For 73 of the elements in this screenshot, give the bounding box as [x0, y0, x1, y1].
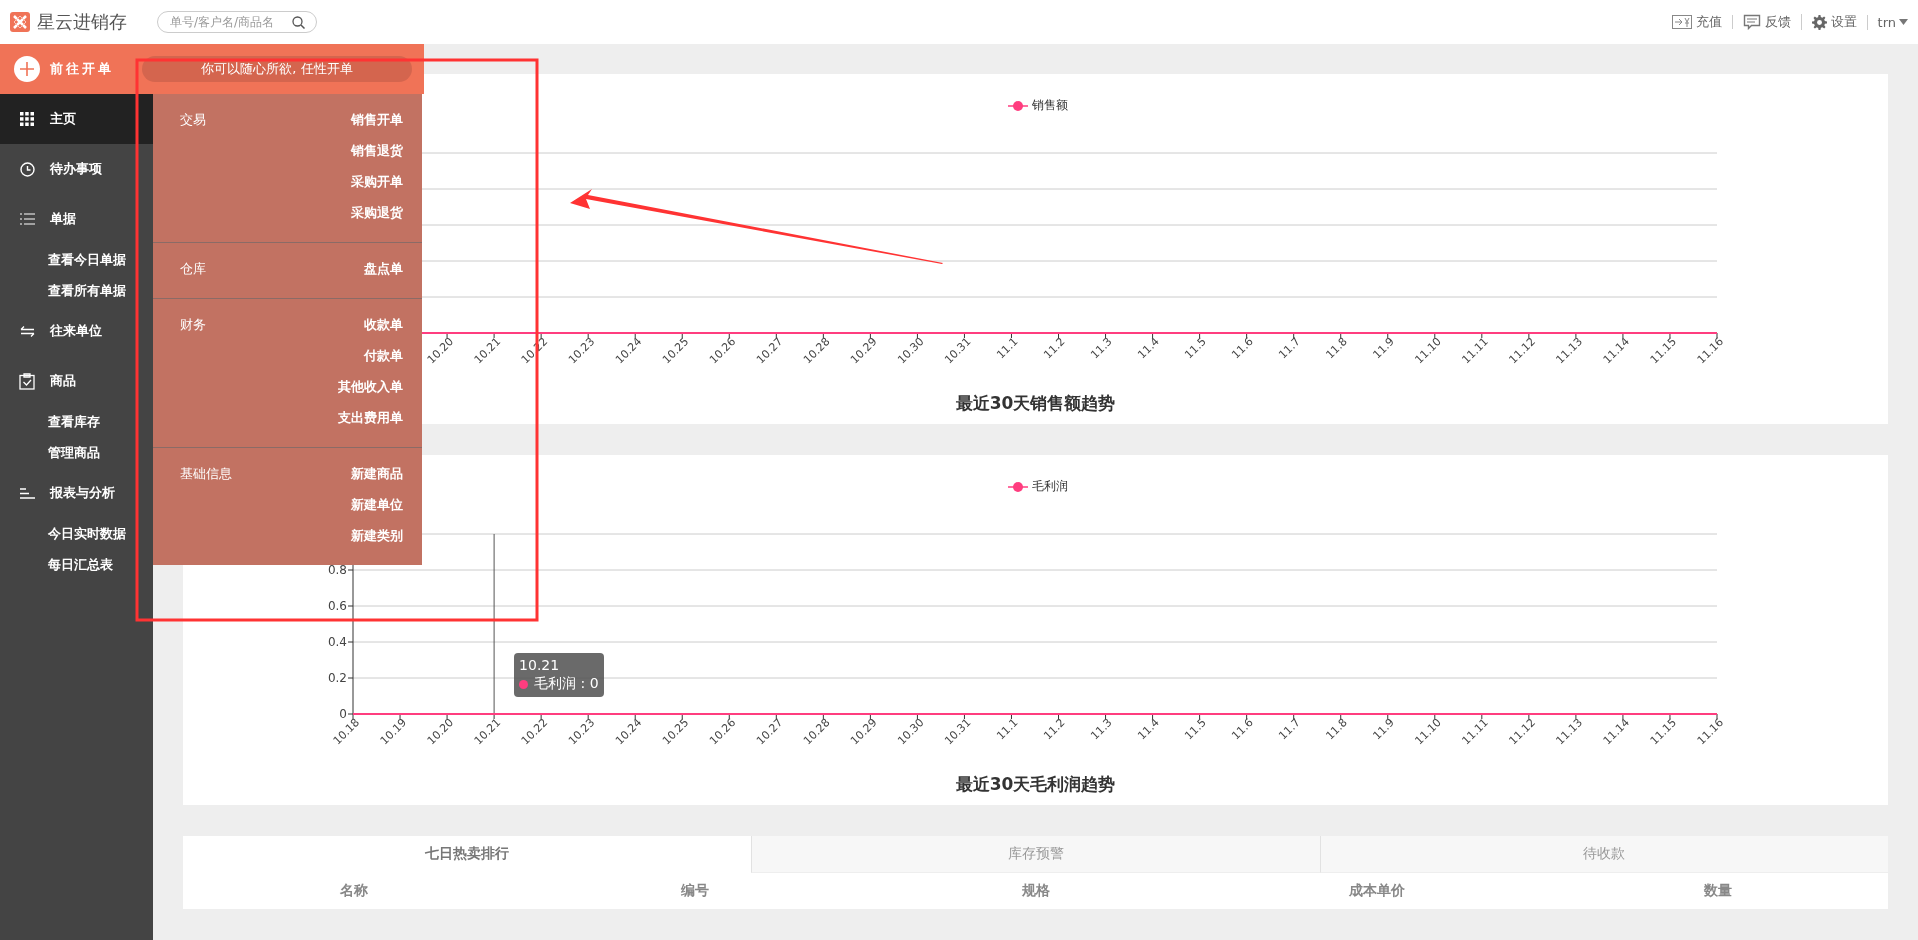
y-tick-label: 0.6 [327, 599, 347, 613]
menu-item[interactable]: 新建商品 [351, 458, 403, 489]
series-dot [519, 679, 529, 689]
menu-item[interactable]: 销售退货 [351, 135, 403, 166]
clock-icon [19, 161, 35, 177]
caret-icon[interactable] [1899, 19, 1908, 25]
menu-group-label: 交易 [180, 111, 206, 129]
recharge-link[interactable]: 充值 [1661, 15, 1733, 29]
menu-item[interactable]: 新建类别 [351, 520, 403, 551]
tooltip-title: 10.21 [519, 657, 561, 673]
sidebar-item[interactable]: 主页 [0, 94, 153, 144]
menu-item[interactable]: 其他收入单 [338, 371, 403, 402]
legend-marker-icon [1008, 99, 1028, 112]
column-header: 规格 [1020, 881, 1051, 900]
sidebar-label: 待办事项 [50, 160, 102, 178]
sidebar-label: 往来单位 [50, 322, 102, 340]
sidebar-item[interactable]: 往来单位 [0, 306, 153, 356]
clipboard-check-icon [19, 372, 35, 390]
y-tick-label: 0.2 [327, 671, 347, 685]
sidebar-subitem[interactable]: 查看库存 [0, 406, 153, 437]
feedback-link[interactable]: 反馈 [1732, 14, 1802, 30]
menu-item[interactable]: 付款单 [364, 340, 403, 371]
legend-label: 销售额 [1032, 97, 1068, 114]
column-header: 编号 [679, 881, 710, 900]
logo-icon [10, 12, 30, 32]
sidebar-label: 商品 [50, 372, 76, 390]
menu-item[interactable]: 采购退货 [351, 197, 403, 228]
y-tick-label: 0.8 [327, 563, 347, 577]
column-header: 成本单价 [1347, 881, 1406, 900]
column-header: 数量 [1702, 881, 1733, 900]
settings-link[interactable]: 设置 [1801, 14, 1868, 30]
grid-icon [20, 112, 34, 126]
sidebar-label: 单据 [50, 210, 76, 228]
menu-item[interactable]: 新建单位 [351, 489, 403, 520]
chart-title: 最近30天销售额趋势 [954, 392, 1117, 415]
sidebar-subitem[interactable]: 管理商品 [0, 437, 153, 468]
sidebar-label: 主页 [50, 110, 76, 128]
bars-icon [19, 487, 35, 499]
menu-group-label: 财务 [180, 316, 206, 334]
sidebar-item[interactable]: 商品 [0, 356, 153, 406]
menu-item[interactable]: 采购开单 [351, 166, 403, 197]
menu-group-label: 仓库 [180, 260, 206, 278]
app-name: 星云进销存 [37, 10, 127, 34]
chart-title: 最近30天毛利润趋势 [954, 773, 1117, 796]
tooltip-value: 毛利润 : 0 [534, 675, 599, 693]
list-icon [19, 213, 35, 225]
menu-item[interactable]: 支出费用单 [338, 402, 403, 433]
sidebar-subitem[interactable]: 每日汇总表 [0, 549, 153, 580]
recharge-icon [1671, 15, 1692, 29]
new-order-button[interactable]: 前往开单 [0, 49, 120, 89]
plus-icon [14, 56, 40, 82]
legend-marker-icon [1008, 480, 1028, 493]
sidebar-subitem[interactable]: 查看所有单据 [0, 275, 153, 306]
y-tick-label: 0.4 [327, 635, 347, 649]
sidebar-subitem[interactable]: 查看今日单据 [0, 244, 153, 275]
menu-item[interactable]: 销售开单 [351, 104, 403, 135]
settings-icon [1811, 14, 1827, 30]
column-header: 名称 [338, 881, 369, 900]
menu-item[interactable]: 盘点单 [364, 253, 403, 284]
legend-label: 毛利润 [1032, 478, 1068, 495]
y-tick-label: 0 [339, 707, 347, 721]
sidebar-label: 报表与分析 [50, 484, 115, 502]
swap-arrows-icon [19, 325, 35, 337]
menu-group-label: 基础信息 [180, 465, 232, 483]
sidebar-item[interactable]: 报表与分析 [0, 468, 153, 518]
sidebar-item[interactable]: 单据 [0, 194, 153, 244]
sidebar-item[interactable]: 待办事项 [0, 144, 153, 194]
sidebar-subitem[interactable]: 今日实时数据 [0, 518, 153, 549]
hint-banner: 你可以随心所欲, 任性开单 [142, 56, 412, 82]
search-icon [292, 15, 305, 29]
menu-item[interactable]: 收款单 [364, 309, 403, 340]
chat-bubble-icon [1742, 14, 1761, 30]
user-name[interactable]: trn [1877, 14, 1896, 30]
